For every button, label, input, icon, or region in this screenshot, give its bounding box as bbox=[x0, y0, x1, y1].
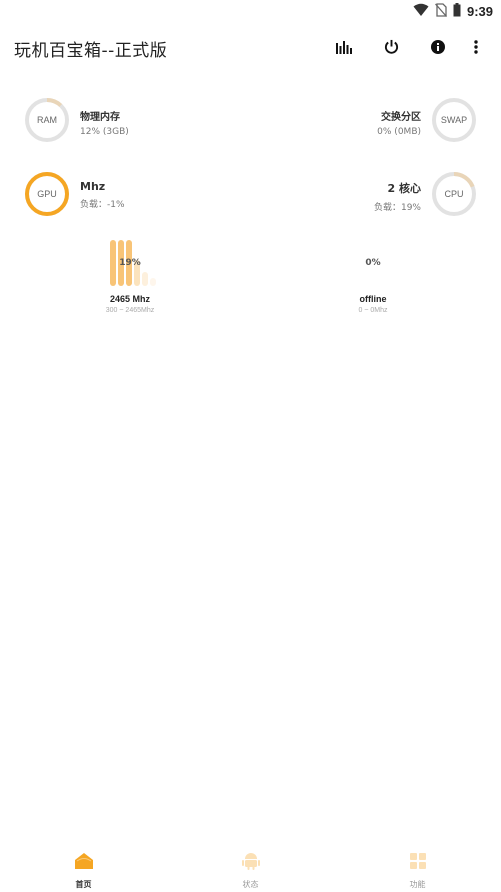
cpu-gauge-label: CPU bbox=[444, 189, 464, 199]
swap-gauge: SWAP bbox=[431, 97, 477, 143]
status-icons: 9:39 bbox=[413, 2, 493, 20]
core-frequency: offline bbox=[359, 294, 387, 304]
ram-gauge: RAM bbox=[24, 97, 70, 143]
cpu-load: 负载：19% bbox=[373, 203, 421, 213]
core-load-bars: 0% bbox=[313, 238, 433, 286]
core-load-bars: 19% bbox=[70, 238, 190, 286]
no-sim-icon bbox=[434, 2, 447, 21]
ram-info: 物理内存 12% (3GB) bbox=[80, 108, 129, 137]
gpu-load: 负载：-1% bbox=[80, 200, 125, 210]
status-bar: 9:39 bbox=[0, 0, 501, 22]
nav-item-status[interactable]: 状态 bbox=[167, 846, 334, 892]
core-percent: 0% bbox=[365, 258, 381, 268]
battery-icon bbox=[453, 2, 461, 21]
ram-value: 12% (3GB) bbox=[80, 127, 129, 137]
cpu-gauge: CPU bbox=[431, 171, 477, 217]
app-title: 玩机百宝箱--正式版 bbox=[14, 41, 168, 61]
chart-icon bbox=[336, 39, 352, 58]
core-frequency: 2465 Mhz bbox=[109, 294, 151, 304]
gpu-gauge: GPU bbox=[24, 171, 70, 217]
ram-title: 物理内存 bbox=[80, 112, 120, 123]
nav-label-functions: 功能 bbox=[409, 880, 426, 889]
nav-item-functions[interactable]: 功能 bbox=[334, 846, 501, 892]
core-range: 0 ~ 0Mhz bbox=[358, 307, 388, 314]
android-icon bbox=[241, 852, 261, 874]
nav-label-status: 状态 bbox=[242, 880, 259, 889]
gpu-gauge-label: GPU bbox=[37, 189, 57, 199]
ram-gauge-label: RAM bbox=[37, 115, 57, 125]
swap-gauge-label: SWAP bbox=[440, 115, 468, 125]
cpu-core-card: 0% offline 0 ~ 0Mhz bbox=[313, 238, 433, 314]
power-button[interactable] bbox=[377, 34, 405, 62]
more-vert-icon bbox=[474, 39, 478, 58]
swap-value: 0% (0MB) bbox=[377, 127, 421, 137]
info-icon bbox=[431, 39, 445, 58]
grid-icon bbox=[408, 852, 428, 874]
core-percent: 19% bbox=[119, 258, 141, 268]
cpu-core-card: 19% 2465 Mhz 300 ~ 2465Mhz bbox=[70, 238, 190, 314]
gpu-title: Mhz bbox=[80, 180, 106, 193]
info-button[interactable] bbox=[424, 34, 452, 62]
bottom-navigation: 首页 状态 功能 bbox=[0, 846, 501, 892]
gpu-info: Mhz 负载：-1% bbox=[80, 180, 125, 210]
status-time: 9:39 bbox=[466, 3, 493, 19]
core-range: 300 ~ 2465Mhz bbox=[105, 307, 155, 314]
nav-label-home: 首页 bbox=[75, 880, 92, 889]
chart-button[interactable] bbox=[330, 34, 358, 62]
nav-item-home[interactable]: 首页 bbox=[0, 846, 167, 892]
cpu-info: 2 核心 负载：19% bbox=[374, 180, 421, 213]
app-bar: 玩机百宝箱--正式版 bbox=[0, 22, 501, 74]
cpu-title: 2 核心 bbox=[387, 182, 421, 195]
power-icon bbox=[384, 39, 399, 58]
swap-title: 交换分区 bbox=[381, 112, 421, 123]
more-button[interactable] bbox=[462, 34, 490, 62]
wifi-icon bbox=[413, 2, 429, 21]
home-icon bbox=[74, 852, 94, 874]
swap-info: 交换分区 0% (0MB) bbox=[377, 108, 421, 137]
